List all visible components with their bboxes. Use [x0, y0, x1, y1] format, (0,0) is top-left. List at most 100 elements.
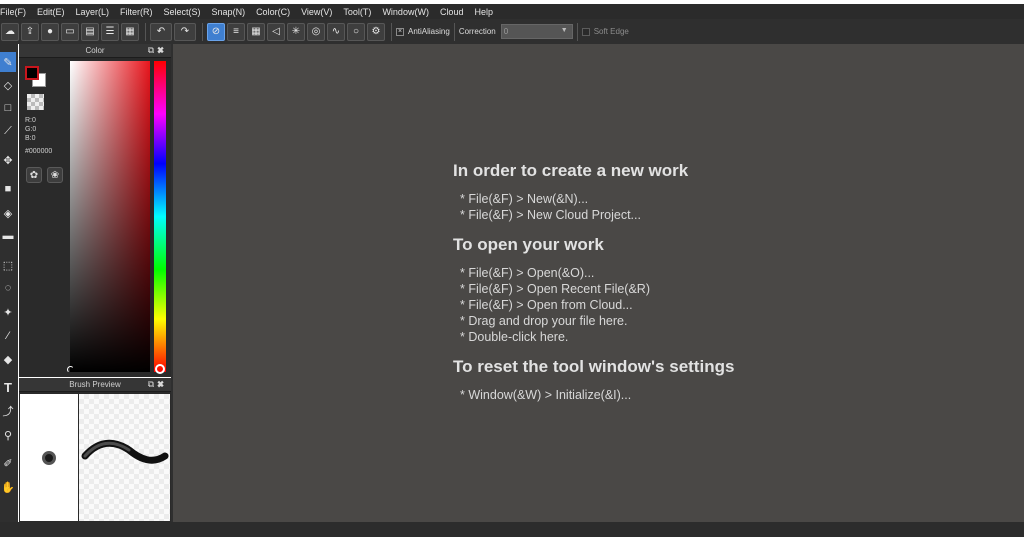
- correction-label: Correction: [458, 27, 496, 36]
- select-pen-tool-icon[interactable]: ⁄: [0, 326, 16, 346]
- welcome-help: In order to create a new work * File(&F)…: [453, 161, 734, 415]
- correction-select[interactable]: 0 ▼: [500, 24, 573, 39]
- help-list-reset: * Window(&W) > Initialize(&I)...: [460, 387, 734, 403]
- foreground-color-swatch[interactable]: [25, 66, 39, 80]
- transparent-color-swatch[interactable]: [27, 94, 44, 110]
- comment-icon[interactable]: ▭: [61, 22, 79, 41]
- hue-slider[interactable]: [154, 61, 166, 372]
- brush-preview-panel: Brush Preview ⧉✖: [19, 378, 171, 522]
- palette-icon[interactable]: ✿: [26, 167, 42, 183]
- toolbar-divider: [453, 22, 455, 41]
- snap-settings-icon[interactable]: ⚙: [367, 22, 385, 41]
- cloud-icon[interactable]: ☁: [1, 22, 19, 41]
- menu-bar: File(F) Edit(E) Layer(L) Filter(R) Selec…: [0, 4, 1024, 19]
- menu-window[interactable]: Window(W): [382, 7, 435, 17]
- magic-wand-tool-icon[interactable]: ✦: [0, 302, 16, 322]
- snap-grid-icon[interactable]: ▦: [247, 22, 265, 41]
- eyedropper-tool-icon[interactable]: ✐: [0, 453, 16, 473]
- layer-list-icon[interactable]: ☰: [101, 22, 119, 41]
- menu-help[interactable]: Help: [474, 7, 499, 17]
- snap-perspective-icon[interactable]: ◁: [267, 22, 285, 41]
- antialiasing-checkbox[interactable]: ×: [396, 27, 404, 36]
- menu-layer[interactable]: Layer(L): [76, 7, 116, 17]
- help-list-new: * File(&F) > New(&N)... * File(&F) > New…: [460, 191, 734, 223]
- line-tool-icon[interactable]: ⟋: [0, 121, 16, 141]
- toolbar-divider: [576, 22, 578, 41]
- help-list-open: * File(&F) > Open(&O)... * File(&F) > Op…: [460, 265, 734, 345]
- move-tool-icon[interactable]: ✥: [0, 150, 16, 170]
- popout-icon[interactable]: ⧉: [148, 45, 157, 55]
- hand-tool-icon[interactable]: ✋: [0, 477, 16, 497]
- soft-edge-label: Soft Edge: [593, 27, 629, 36]
- menu-select[interactable]: Select(S): [164, 7, 207, 17]
- menu-file[interactable]: File(F): [0, 7, 32, 17]
- correction-value: 0: [503, 27, 509, 36]
- brush-size-preview: [20, 394, 78, 521]
- antialiasing-label: AntiAliasing: [408, 27, 450, 36]
- speech-bubble-icon[interactable]: ●: [41, 22, 59, 41]
- snap-parallel-icon[interactable]: ≡: [227, 22, 245, 41]
- text-tool-icon[interactable]: T: [0, 377, 16, 397]
- status-bar: [0, 522, 1024, 537]
- panel-layout-icon[interactable]: ▦: [121, 22, 139, 41]
- bucket-tool-icon[interactable]: ◈: [0, 203, 16, 223]
- eraser-tool-icon[interactable]: ◇: [0, 75, 16, 95]
- menu-cloud[interactable]: Cloud: [440, 7, 470, 17]
- brush-tool-icon[interactable]: ✎: [0, 52, 16, 72]
- blue-value: B:0: [25, 135, 36, 142]
- canvas-workspace[interactable]: In order to create a new work * File(&F)…: [173, 44, 1024, 522]
- toolbar-divider: [202, 22, 203, 41]
- panel-window-buttons: ⧉✖: [148, 45, 167, 56]
- saturation-value-picker[interactable]: [70, 61, 150, 372]
- dropper-tool-icon[interactable]: ⚲: [0, 425, 16, 445]
- help-item: * File(&F) > New(&N)...: [460, 192, 589, 206]
- fill-shape-tool-icon[interactable]: ■: [0, 179, 16, 199]
- menu-tool[interactable]: Tool(T): [343, 7, 377, 17]
- gradient-tool-icon[interactable]: ▬: [0, 226, 16, 246]
- help-title-new: In order to create a new work: [453, 161, 689, 180]
- redo-icon[interactable]: ↷: [174, 22, 196, 41]
- rect-select-tool-icon[interactable]: ⬚: [0, 255, 16, 275]
- lasso-tool-icon[interactable]: ◌: [0, 278, 16, 298]
- menu-view[interactable]: View(V): [301, 7, 338, 17]
- brush-tip-dot: [42, 451, 56, 465]
- soft-edge-checkbox[interactable]: [581, 27, 590, 36]
- menu-edit[interactable]: Edit(E): [37, 7, 71, 17]
- snap-off-icon[interactable]: ⊘: [207, 22, 225, 41]
- help-item: * Double-click here.: [460, 330, 569, 344]
- brush-stroke: [81, 439, 169, 464]
- sv-picker-marker[interactable]: [67, 366, 74, 373]
- snap-curve-icon[interactable]: ∿: [327, 22, 345, 41]
- color-panel: Color ⧉✖ R:0 G:0 B:0 #000000 ✿ ❀: [19, 44, 171, 377]
- color-panel-header: Color ⧉✖: [19, 44, 171, 58]
- help-item: * File(&F) > Open from Cloud...: [460, 298, 633, 312]
- snap-radial-icon[interactable]: ✳: [287, 22, 305, 41]
- share-icon[interactable]: ⇪: [21, 22, 39, 41]
- help-item: * File(&F) > Open Recent File(&R): [460, 282, 650, 296]
- menu-snap[interactable]: Snap(N): [212, 7, 252, 17]
- help-title-reset: To reset the tool window's settings: [453, 357, 735, 376]
- help-item: * File(&F) > Open(&O)...: [460, 266, 595, 280]
- help-item: * Drag and drop your file here.: [460, 314, 628, 328]
- toolbar-divider: [391, 22, 392, 41]
- main-toolbar: ☁ ⇪ ● ▭ ▤ ☰ ▦ ↶ ↷ ⊘ ≡ ▦ ◁ ✳ ◎ ∿ ○ ⚙ × An…: [0, 19, 1024, 44]
- document-icon[interactable]: ▤: [81, 22, 99, 41]
- operation-tool-icon[interactable]: ⤴: [0, 401, 16, 421]
- undo-icon[interactable]: ↶: [150, 22, 172, 41]
- close-icon[interactable]: ✖: [157, 45, 167, 55]
- snap-circle-icon[interactable]: ○: [347, 22, 365, 41]
- brush-preview-title: Brush Preview: [69, 380, 121, 389]
- rectangle-tool-icon[interactable]: □: [0, 98, 16, 118]
- select-eraser-tool-icon[interactable]: ◆: [0, 349, 16, 369]
- help-item: * File(&F) > New Cloud Project...: [460, 208, 641, 222]
- snap-concentric-icon[interactable]: ◎: [307, 22, 325, 41]
- popout-icon[interactable]: ⧉: [148, 379, 157, 389]
- hue-slider-handle[interactable]: [155, 364, 165, 374]
- close-icon[interactable]: ✖: [157, 379, 167, 389]
- menu-filter[interactable]: Filter(R): [120, 7, 159, 17]
- red-value: R:0: [25, 117, 36, 124]
- chevron-down-icon: ▼: [560, 27, 568, 34]
- menu-color[interactable]: Color(C): [256, 7, 296, 17]
- palette-settings-icon[interactable]: ❀: [47, 167, 63, 183]
- toolbar-divider: [145, 22, 146, 41]
